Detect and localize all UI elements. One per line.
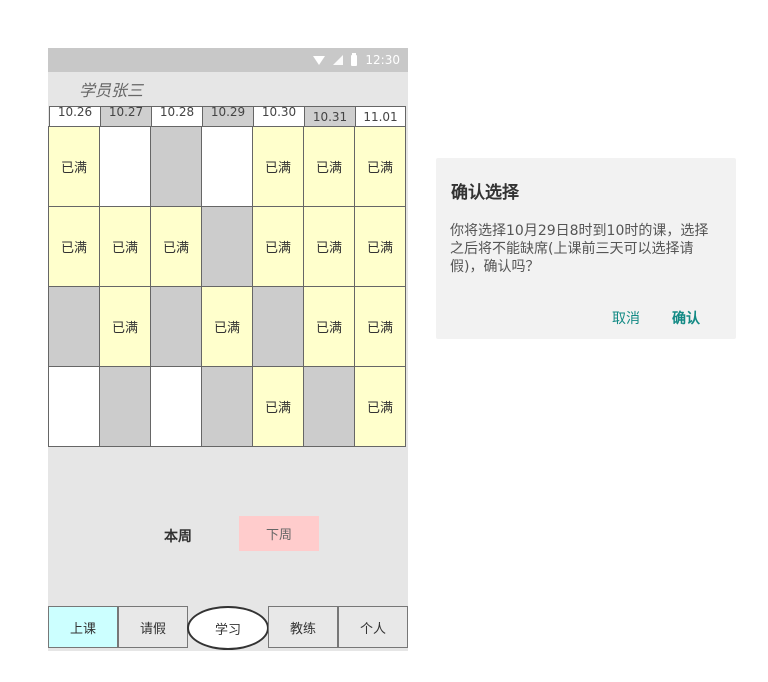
schedule-slot: 已满 bbox=[252, 206, 304, 287]
date-header-cell: 10.31 bbox=[304, 106, 355, 127]
student-name: 学员张三 bbox=[79, 81, 144, 100]
date-header-cell: 11.01 bbox=[355, 106, 406, 127]
schedule-slot: 已满 bbox=[252, 366, 304, 447]
phone-screen: 12:30 学员张三 10.26 10.27 10.28 10.29 10.30 10.3… bbox=[48, 48, 408, 651]
schedule-slot[interactable] bbox=[99, 126, 151, 207]
schedule-slot: 已满 bbox=[99, 286, 151, 367]
schedule-slot[interactable] bbox=[48, 366, 100, 447]
schedule-slot: 已满 bbox=[201, 286, 253, 367]
confirm-dialog: 确认选择 你将选择10月29日8时到10时的课，选择之后将不能缺席(上课前三天可… bbox=[436, 158, 736, 339]
confirm-button[interactable]: 确认 bbox=[672, 308, 700, 328]
schedule-slot: 已满 bbox=[303, 126, 355, 207]
schedule-slot bbox=[303, 366, 355, 447]
this-week-button[interactable]: 本周 bbox=[164, 526, 192, 546]
schedule-slot: 已满 bbox=[48, 206, 100, 287]
schedule-slot bbox=[252, 286, 304, 367]
wifi-icon bbox=[313, 55, 326, 65]
schedule-slot: 已满 bbox=[354, 206, 406, 287]
schedule-calendar: 10.26 10.27 10.28 10.29 10.30 10.31 11.01 已满 已满… bbox=[48, 106, 408, 448]
date-header-cell: 10.29 bbox=[202, 106, 253, 127]
status-time: 12:30 bbox=[365, 53, 400, 67]
schedule-slot bbox=[201, 366, 253, 447]
schedule-slot bbox=[201, 206, 253, 287]
date-header-cell: 10.30 bbox=[253, 106, 304, 127]
schedule-slot: 已满 bbox=[303, 286, 355, 367]
schedule-slot: 已满 bbox=[150, 206, 202, 287]
schedule-grid: 已满 已满 已满 已满 已满 已满 已满 已满 已满 已满 已满 已满 已满 已满 已满 已满 bbox=[48, 126, 408, 447]
schedule-slot bbox=[99, 366, 151, 447]
date-header-cell: 10.26 bbox=[49, 106, 100, 127]
tab-profile[interactable]: 个人 bbox=[338, 606, 408, 648]
schedule-slot[interactable] bbox=[201, 126, 253, 207]
schedule-slot bbox=[150, 126, 202, 207]
dialog-message: 你将选择10月29日8时到10时的课，选择之后将不能缺席(上课前三天可以选择请假… bbox=[450, 223, 709, 275]
tab-study[interactable]: 学习 bbox=[187, 606, 269, 650]
schedule-slot: 已满 bbox=[48, 126, 100, 207]
schedule-slot: 已满 bbox=[303, 206, 355, 287]
bottom-tab-bar: 上课 请假 学习 教练 个人 bbox=[48, 606, 408, 650]
date-header-row: 10.26 10.27 10.28 10.29 10.30 10.31 11.01 bbox=[49, 106, 408, 127]
dialog-title: 确认选择 bbox=[451, 183, 519, 203]
schedule-slot: 已满 bbox=[354, 366, 406, 447]
schedule-slot bbox=[150, 286, 202, 367]
schedule-slot: 已满 bbox=[252, 126, 304, 207]
tab-class[interactable]: 上课 bbox=[48, 606, 118, 648]
battery-icon bbox=[351, 52, 358, 66]
tab-leave[interactable]: 请假 bbox=[118, 606, 188, 648]
cancel-button[interactable]: 取消 bbox=[612, 308, 640, 328]
status-bar: 12:30 bbox=[48, 48, 408, 72]
schedule-slot[interactable] bbox=[150, 366, 202, 447]
schedule-slot bbox=[48, 286, 100, 367]
signal-icon bbox=[333, 55, 344, 65]
date-header-cell: 10.28 bbox=[151, 106, 202, 127]
status-icons: 12:30 bbox=[313, 52, 400, 68]
tab-coach[interactable]: 教练 bbox=[268, 606, 338, 648]
date-header-cell: 10.27 bbox=[100, 106, 151, 127]
schedule-slot: 已满 bbox=[99, 206, 151, 287]
schedule-slot: 已满 bbox=[354, 126, 406, 207]
schedule-slot: 已满 bbox=[354, 286, 406, 367]
next-week-button[interactable]: 下周 bbox=[239, 516, 319, 551]
